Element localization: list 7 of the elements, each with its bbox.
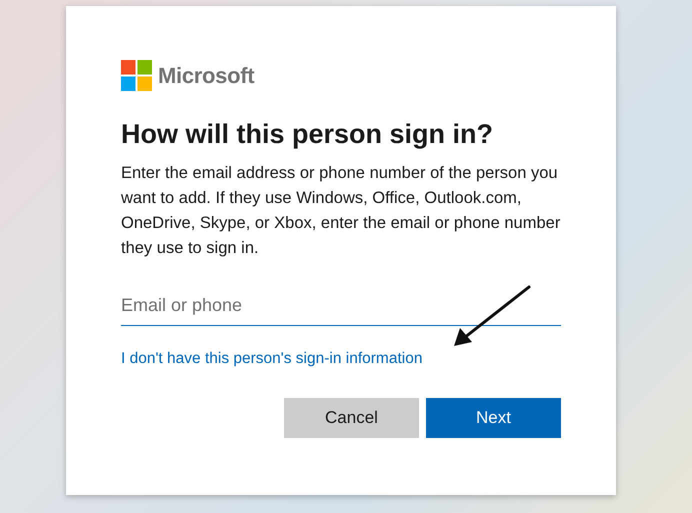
logo-text: Microsoft (158, 62, 254, 88)
description-text: Enter the email address or phone number of the person you want to add. If they use Windows, Office, Outlook.com, OneDrive, Skype, or Xbox, enter the email or phone number they use to sign in. (121, 163, 561, 259)
next-button[interactable]: Next (426, 398, 561, 438)
dialog-title: How will this person sign in? (121, 118, 494, 151)
cancel-button[interactable]: Cancel (284, 398, 419, 438)
windows-logo-icon (121, 60, 152, 91)
sign-in-info-link[interactable]: I don't have this person's sign-in information (121, 350, 422, 368)
